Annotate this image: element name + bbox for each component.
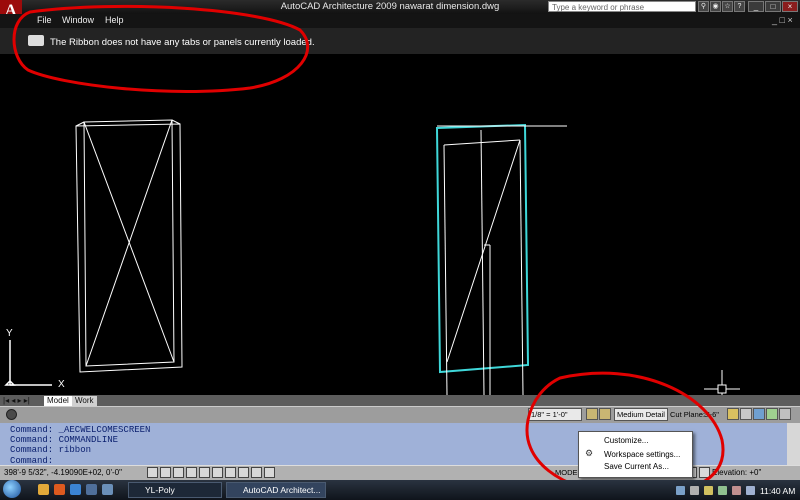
tray-volume-icon[interactable] [690,486,699,495]
ie-icon[interactable] [70,484,81,495]
tray-app-icon[interactable] [732,486,741,495]
red-annotation-marks [12,4,725,497]
taskbar-button-yl-poly[interactable]: YL-Poly [128,482,222,498]
switch-windows-icon[interactable] [102,484,113,495]
tray-app-icon[interactable] [746,486,755,495]
taskbar-clock[interactable]: 11:40 AM [760,486,795,496]
tray-network-icon[interactable] [676,486,685,495]
annotation-circle-ribbon [12,4,310,94]
show-desktop-icon[interactable] [86,484,97,495]
taskbar-button-autocad[interactable]: AutoCAD Architect... [226,482,326,498]
firefox-icon[interactable] [54,484,65,495]
tray-app-icon[interactable] [718,486,727,495]
annotation-circle-context-menu [525,371,725,497]
tray-app-icon[interactable] [704,486,713,495]
start-button[interactable] [3,480,21,498]
explorer-icon[interactable] [38,484,49,495]
